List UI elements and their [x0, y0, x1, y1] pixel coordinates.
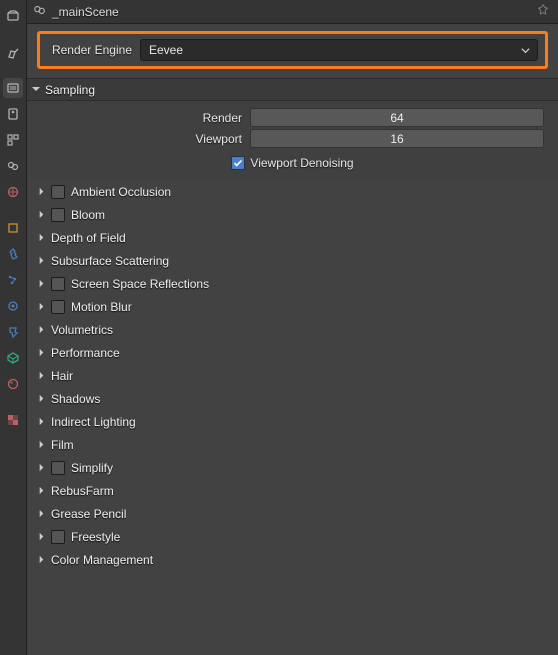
disclosure-right-icon: [37, 369, 47, 383]
modifier-icon[interactable]: [3, 244, 23, 264]
view-layer-icon[interactable]: [3, 130, 23, 150]
section-volumetrics[interactable]: Volumetrics: [27, 318, 558, 341]
disclosure-right-icon: [37, 254, 47, 268]
scene-icon[interactable]: [3, 156, 23, 176]
section-label: Indirect Lighting: [51, 415, 136, 429]
pin-icon[interactable]: [536, 3, 550, 20]
viewport-denoising-label: Viewport Denoising: [250, 156, 353, 170]
section-indirect-lighting[interactable]: Indirect Lighting: [27, 410, 558, 433]
section-film[interactable]: Film: [27, 433, 558, 456]
section-label: Grease Pencil: [51, 507, 126, 521]
mesh-data-icon[interactable]: [3, 348, 23, 368]
disclosure-right-icon: [37, 461, 47, 475]
disclosure-right-icon: [37, 415, 47, 429]
disclosure-right-icon: [37, 231, 47, 245]
section-label: Shadows: [51, 392, 100, 406]
section-label: Simplify: [71, 461, 113, 475]
section-label: Sampling: [45, 83, 95, 97]
render-icon[interactable]: [3, 78, 23, 98]
section-label: Volumetrics: [51, 323, 113, 337]
section-subsurface-scattering[interactable]: Subsurface Scattering: [27, 249, 558, 272]
output-icon[interactable]: [3, 104, 23, 124]
chevron-down-icon: [520, 45, 531, 59]
object-icon[interactable]: [3, 218, 23, 238]
constraint-icon[interactable]: [3, 322, 23, 342]
section-freestyle[interactable]: Freestyle: [27, 525, 558, 548]
disclosure-right-icon: [37, 277, 47, 291]
panel-header: _mainScene: [27, 0, 558, 24]
disclosure-right-icon: [37, 208, 47, 222]
section-enable-checkbox[interactable]: [51, 461, 65, 475]
section-enable-checkbox[interactable]: [51, 300, 65, 314]
section-bloom[interactable]: Bloom: [27, 203, 558, 226]
physics-icon[interactable]: [3, 296, 23, 316]
viewport-samples-label: Viewport: [27, 132, 242, 146]
sampling-subpanel: Render 64 Viewport 16 Viewport Denoising: [27, 101, 558, 178]
scene-name: _mainScene: [52, 5, 536, 19]
disclosure-down-icon: [31, 83, 43, 97]
particle-icon[interactable]: [3, 270, 23, 290]
section-label: Color Management: [51, 553, 153, 567]
properties-panel: _mainScene Render Engine Eevee: [27, 0, 558, 655]
section-label: RebusFarm: [51, 484, 114, 498]
section-shadows[interactable]: Shadows: [27, 387, 558, 410]
section-simplify[interactable]: Simplify: [27, 456, 558, 479]
section-label: Depth of Field: [51, 231, 126, 245]
section-enable-checkbox[interactable]: [51, 530, 65, 544]
render-engine-value: Eevee: [149, 43, 183, 57]
material-icon[interactable]: [3, 374, 23, 394]
section-label: Film: [51, 438, 74, 452]
section-sampling[interactable]: Sampling: [27, 78, 558, 101]
viewport-samples-field[interactable]: 16: [250, 129, 544, 148]
render-samples-field[interactable]: 64: [250, 108, 544, 127]
section-hair[interactable]: Hair: [27, 364, 558, 387]
properties-tab-strip: [0, 0, 27, 655]
render-engine-label: Render Engine: [47, 43, 132, 57]
section-depth-of-field[interactable]: Depth of Field: [27, 226, 558, 249]
section-label: Bloom: [71, 208, 105, 222]
panel-body: Render Engine Eevee Sampling: [27, 24, 558, 655]
disclosure-right-icon: [37, 553, 47, 567]
tool-icon[interactable]: [3, 42, 23, 62]
section-label: Screen Space Reflections: [71, 277, 209, 291]
section-list: Ambient Occlusion Bloom Depth of Field Subs…: [27, 178, 558, 571]
section-enable-checkbox[interactable]: [51, 208, 65, 222]
section-label: Ambient Occlusion: [71, 185, 171, 199]
section-label: Subsurface Scattering: [51, 254, 169, 268]
disclosure-right-icon: [37, 323, 47, 337]
section-motion-blur[interactable]: Motion Blur: [27, 295, 558, 318]
render-samples-label: Render: [27, 111, 242, 125]
section-enable-checkbox[interactable]: [51, 277, 65, 291]
disclosure-right-icon: [37, 185, 47, 199]
section-label: Performance: [51, 346, 120, 360]
section-ambient-occlusion[interactable]: Ambient Occlusion: [27, 180, 558, 203]
disclosure-right-icon: [37, 300, 47, 314]
editor-type-icon[interactable]: [3, 6, 23, 26]
viewport-denoising-checkbox[interactable]: [231, 156, 245, 170]
disclosure-right-icon: [37, 507, 47, 521]
disclosure-right-icon: [37, 530, 47, 544]
section-color-management[interactable]: Color Management: [27, 548, 558, 571]
section-performance[interactable]: Performance: [27, 341, 558, 364]
disclosure-right-icon: [37, 484, 47, 498]
render-engine-dropdown[interactable]: Eevee: [140, 39, 538, 61]
section-grease-pencil[interactable]: Grease Pencil: [27, 502, 558, 525]
section-screen-space-reflections[interactable]: Screen Space Reflections: [27, 272, 558, 295]
section-label: Hair: [51, 369, 73, 383]
texture-icon[interactable]: [3, 410, 23, 430]
disclosure-right-icon: [37, 346, 47, 360]
section-label: Motion Blur: [71, 300, 132, 314]
disclosure-right-icon: [37, 438, 47, 452]
world-icon[interactable]: [3, 182, 23, 202]
disclosure-right-icon: [37, 392, 47, 406]
section-rebusfarm[interactable]: RebusFarm: [27, 479, 558, 502]
render-engine-highlight: Render Engine Eevee: [37, 31, 548, 69]
section-enable-checkbox[interactable]: [51, 185, 65, 199]
section-label: Freestyle: [71, 530, 120, 544]
scene-icon: [33, 3, 47, 20]
